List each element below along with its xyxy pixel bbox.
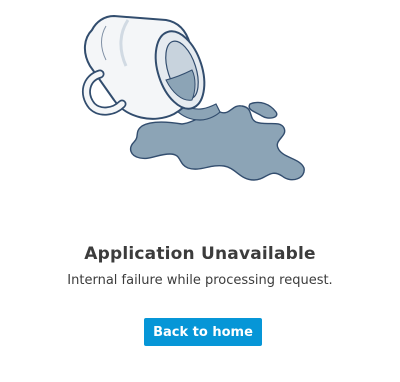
error-message: Internal failure while processing reques…	[67, 273, 333, 288]
spilled-mug-icon	[81, 14, 305, 181]
mug	[81, 14, 206, 120]
error-title: Application Unavailable	[84, 244, 316, 264]
error-page: Application Unavailable Internal failure…	[0, 0, 400, 382]
back-to-home-button[interactable]: Back to home	[144, 318, 262, 346]
